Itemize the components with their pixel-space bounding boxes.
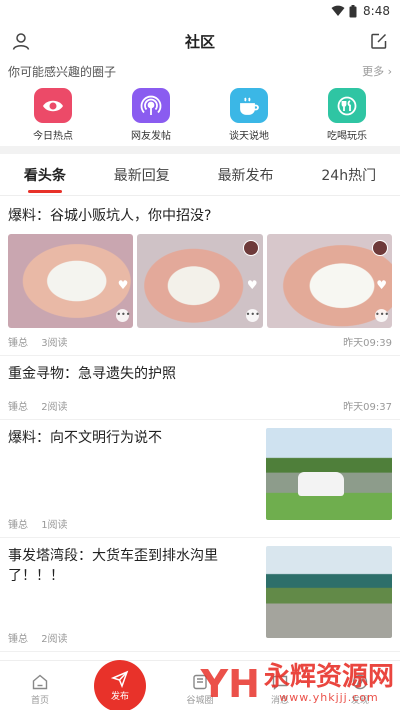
post-item[interactable]: 爆料：谷城小贩坑人，你中招没? ♥ ••• ♥ ••• ♥ ••• 锤总 3阅读 bbox=[0, 198, 400, 356]
post-meta: 锤总 2阅读 昨天09:37 bbox=[8, 398, 392, 413]
status-icons bbox=[331, 4, 357, 18]
compose-button[interactable] bbox=[368, 30, 390, 52]
more-circles-link[interactable]: 更多 › bbox=[362, 63, 392, 79]
heart-icon: ♥ bbox=[117, 278, 129, 292]
app-header: 社区 bbox=[0, 22, 400, 60]
profile-button[interactable] bbox=[10, 30, 32, 52]
tab-latest-replies[interactable]: 最新回复 bbox=[110, 155, 174, 195]
publish-button[interactable]: 发布 bbox=[94, 660, 146, 710]
more-icon: ••• bbox=[374, 309, 389, 322]
nav-home-label: 首页 bbox=[30, 696, 49, 706]
circles-heading: 你可能感兴趣的圈子 bbox=[8, 64, 117, 79]
circle-item-user-posts[interactable]: 网友发帖 bbox=[111, 88, 191, 142]
post-reads: 2阅读 bbox=[41, 402, 68, 413]
post-reads: 3阅读 bbox=[41, 338, 68, 349]
avatar bbox=[371, 240, 388, 256]
heart-icon: ♥ bbox=[246, 278, 258, 292]
post-author: 锤总 bbox=[8, 338, 28, 349]
broadcast-icon bbox=[140, 95, 162, 115]
circle-item-food-fun[interactable]: 吃喝玩乐 bbox=[307, 88, 387, 142]
post-image[interactable]: ♥ ••• bbox=[266, 234, 392, 328]
circle-icon-bg bbox=[230, 88, 268, 123]
post-reads: 2阅读 bbox=[41, 634, 68, 645]
post-title: 爆料：谷城小贩坑人，你中招没? bbox=[8, 208, 212, 224]
message-icon bbox=[272, 675, 288, 691]
post-thumbnail[interactable] bbox=[266, 428, 392, 520]
post-thumbnail[interactable] bbox=[266, 546, 392, 638]
post-meta: 锤总 3阅读 昨天09:39 bbox=[8, 334, 392, 349]
nav-circle-label: 谷城圈 bbox=[186, 696, 214, 706]
post-image[interactable]: ♥ ••• bbox=[8, 234, 134, 328]
nav-discover-label: 发现 bbox=[350, 696, 369, 706]
post-time: 昨天09:37 bbox=[343, 402, 392, 413]
wifi-icon bbox=[331, 5, 345, 16]
status-time: 8:48 bbox=[363, 4, 390, 18]
circles-list: 今日热点 网友发帖 谈天说地 吃喝玩乐 bbox=[0, 82, 400, 142]
bottom-nav: 首页 发布 谷城圈 消息 发现 bbox=[0, 660, 400, 710]
post-title: 事发塔湾段：大货车歪到排水沟里了！！！ bbox=[8, 548, 218, 584]
circle-icon-bg bbox=[132, 88, 170, 123]
circle-item-hot-news[interactable]: 今日热点 bbox=[13, 88, 93, 142]
post-meta: 锤总 1阅读 bbox=[8, 516, 258, 531]
user-icon bbox=[12, 33, 30, 50]
post-item[interactable]: 重金寻物：急寻遗失的护照 锤总 2阅读 昨天09:37 bbox=[0, 356, 400, 420]
feed-tabs: 看头条 最新回复 最新发布 24h热门 bbox=[0, 154, 400, 196]
nav-publish-label: 发布 bbox=[110, 692, 129, 702]
circle-nav-icon bbox=[193, 674, 207, 690]
circle-item-chat[interactable]: 谈天说地 bbox=[209, 88, 289, 142]
coffee-cup-icon bbox=[240, 97, 259, 115]
nav-message-label: 消息 bbox=[270, 696, 289, 706]
tab-latest-posts[interactable]: 最新发布 bbox=[214, 155, 278, 195]
more-icon: ••• bbox=[245, 309, 260, 322]
post-title: 爆料：向不文明行为说不 bbox=[8, 430, 162, 446]
circle-icon-bg bbox=[328, 88, 366, 123]
post-reads: 1阅读 bbox=[41, 520, 68, 531]
nav-message[interactable]: 消息 bbox=[250, 673, 310, 706]
post-author: 锤总 bbox=[8, 402, 28, 413]
nav-circle[interactable]: 谷城圈 bbox=[170, 673, 230, 706]
fork-spoon-icon bbox=[337, 96, 357, 115]
circle-label: 网友发帖 bbox=[131, 131, 171, 142]
page-title: 社区 bbox=[184, 32, 215, 51]
compass-icon bbox=[352, 674, 368, 690]
battery-icon bbox=[349, 4, 357, 17]
tab-headlines[interactable]: 看头条 bbox=[20, 155, 70, 195]
post-author: 锤总 bbox=[8, 634, 28, 645]
more-icon: ••• bbox=[116, 309, 130, 322]
post-title: 重金寻物：急寻遗失的护照 bbox=[8, 366, 176, 382]
post-item[interactable]: 爆料：向不文明行为说不 锤总 1阅读 bbox=[0, 420, 400, 538]
status-bar: 8:48 bbox=[0, 0, 400, 22]
circles-header: 你可能感兴趣的圈子 更多 › bbox=[0, 60, 400, 82]
nav-discover[interactable]: 发现 bbox=[330, 673, 390, 706]
circle-label: 谈天说地 bbox=[229, 131, 269, 142]
section-divider bbox=[0, 146, 400, 154]
post-meta: 锤总 2阅读 bbox=[8, 630, 258, 645]
circle-icon-bg bbox=[34, 88, 72, 123]
post-author: 锤总 bbox=[8, 520, 28, 531]
post-image[interactable]: ♥ ••• bbox=[137, 234, 263, 328]
avatar bbox=[242, 240, 259, 256]
paper-plane-icon bbox=[111, 670, 129, 688]
post-image-grid: ♥ ••• ♥ ••• ♥ ••• bbox=[8, 234, 392, 328]
heart-icon: ♥ bbox=[376, 278, 387, 292]
post-time: 昨天09:39 bbox=[343, 338, 392, 349]
home-icon bbox=[32, 674, 48, 690]
eye-icon bbox=[43, 100, 63, 111]
tab-24h-hot[interactable]: 24h热门 bbox=[317, 155, 380, 195]
circle-label: 吃喝玩乐 bbox=[327, 131, 367, 142]
post-feed: 爆料：谷城小贩坑人，你中招没? ♥ ••• ♥ ••• ♥ ••• 锤总 3阅读 bbox=[0, 198, 400, 660]
circle-label: 今日热点 bbox=[33, 131, 73, 142]
nav-home[interactable]: 首页 bbox=[10, 673, 70, 706]
edit-icon bbox=[371, 33, 387, 49]
post-item[interactable]: 事发塔湾段：大货车歪到排水沟里了！！！ 锤总 2阅读 bbox=[0, 538, 400, 652]
